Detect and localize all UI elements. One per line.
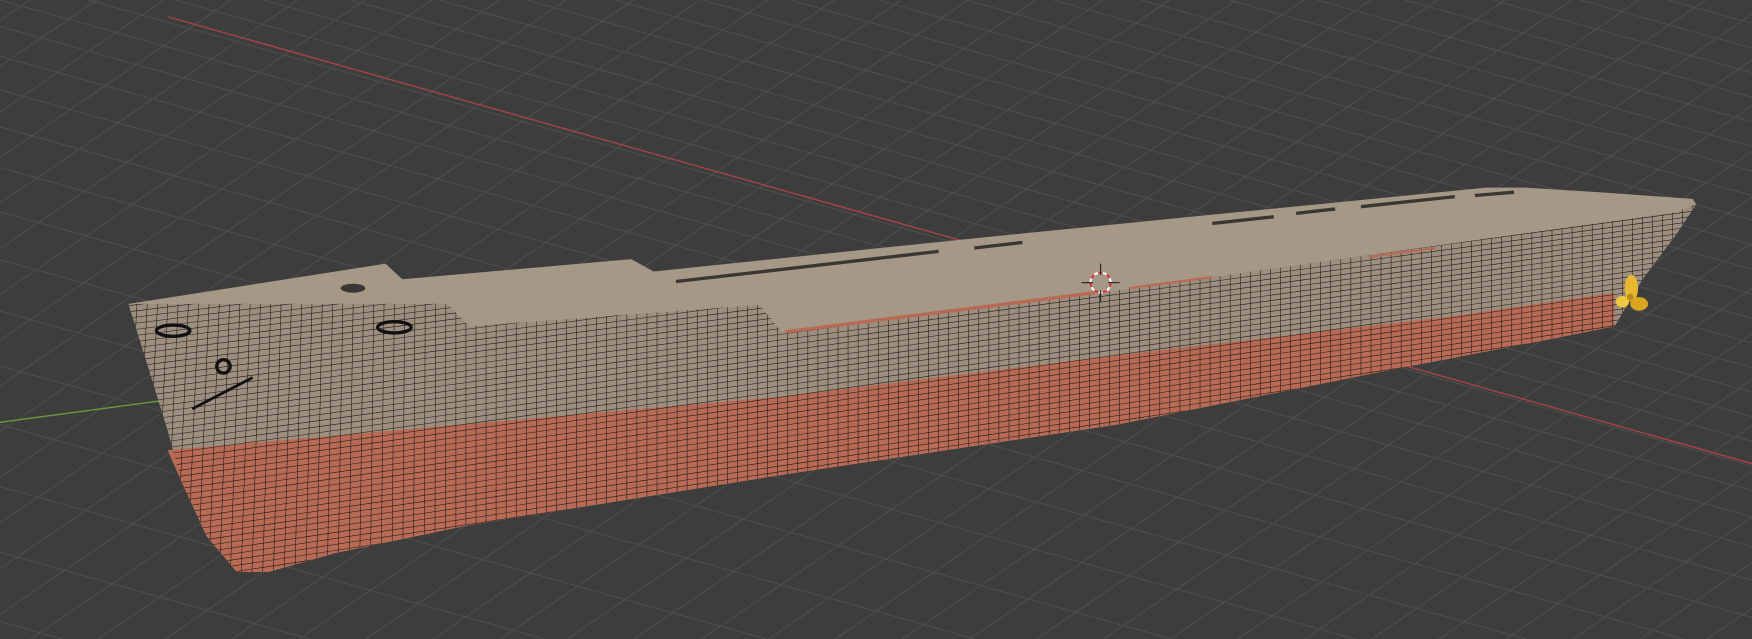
- viewport-canvas[interactable]: [0, 0, 1752, 639]
- deck-hatch: [340, 283, 366, 293]
- 3d-viewport[interactable]: [0, 0, 1752, 639]
